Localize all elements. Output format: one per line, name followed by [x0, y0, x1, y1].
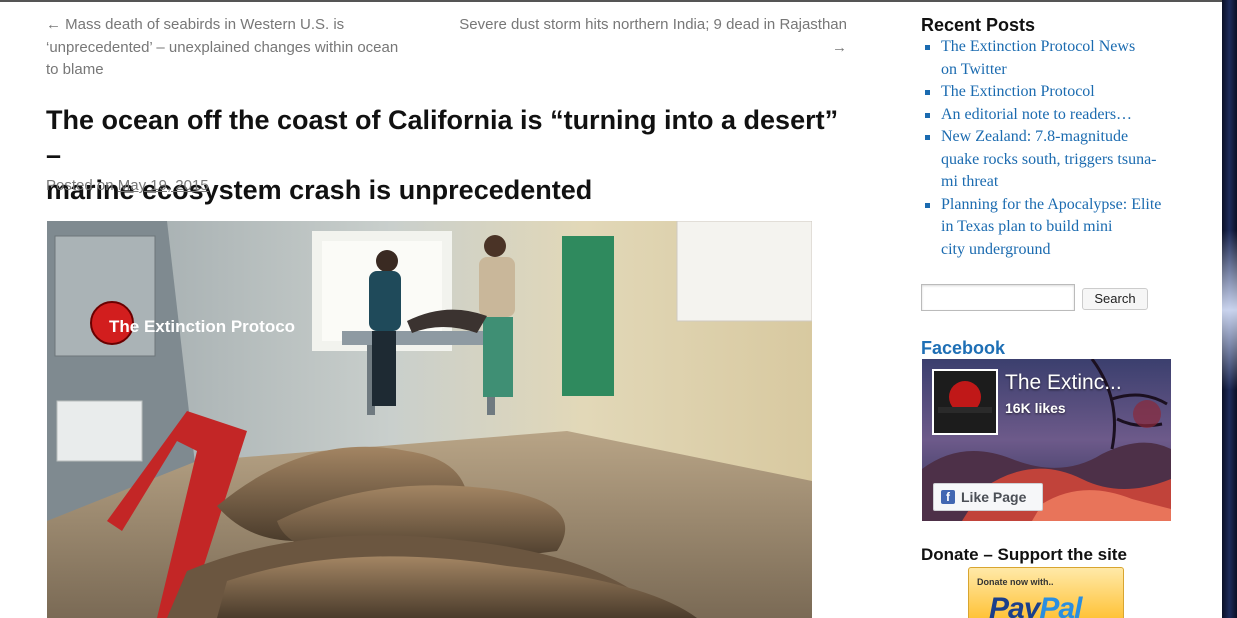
recent-post-link[interactable]: Planning for the Apocalypse: Elite in Tex… [941, 196, 1161, 258]
search-input[interactable] [921, 284, 1075, 311]
background-glow [1222, 230, 1237, 390]
facebook-page-avatar[interactable] [932, 369, 998, 435]
post-title-line1: The ocean off the coast of California is… [46, 105, 839, 170]
list-item: Planning for the Apocalypse: Elite in Tex… [921, 194, 1171, 262]
recent-post-line[interactable]: Planning for the Apocalypse: Elite [941, 196, 1161, 213]
featured-image: The Extinction Protoco [47, 221, 812, 618]
previous-post-title-line2[interactable]: ‘unprecedented’ – unexplained changes wi… [46, 39, 398, 56]
recent-post-line[interactable]: The Extinction Protocol News [941, 38, 1135, 55]
recent-post-link[interactable]: An editorial note to readers… [941, 106, 1132, 123]
facebook-page-name[interactable]: The Extinc... [1005, 371, 1122, 395]
facebook-heading: Facebook [921, 338, 1006, 358]
list-item: The Extinction Protocol News on Twitter [921, 36, 1171, 81]
recent-post-line[interactable]: on Twitter [941, 61, 1007, 78]
recent-post-line[interactable]: in Texas plan to build mini [941, 218, 1112, 235]
arrow-right-icon: → [832, 38, 847, 56]
recent-post-line[interactable]: mi threat [941, 173, 998, 190]
like-page-label: Like Page [961, 489, 1027, 505]
recent-post-line[interactable]: quake rocks south, triggers tsuna- [941, 151, 1157, 168]
top-border [0, 0, 1222, 2]
bullet-icon [925, 90, 930, 95]
next-post-link[interactable]: Severe dust storm hits northern India; 9… [440, 14, 847, 59]
recent-post-link[interactable]: New Zealand: 7.8-magnitude quake rocks so… [941, 128, 1157, 190]
bullet-icon [925, 135, 930, 140]
paypal-logo-pay: Pay [989, 592, 1040, 618]
paypal-logo: PayPal [989, 592, 1082, 618]
post-date-link[interactable]: May 19, 2015 [118, 177, 209, 194]
posted-on-label: Posted on [46, 177, 114, 194]
paypal-donate-caption: Donate now with.. [977, 577, 1054, 587]
list-item: An editorial note to readers… [921, 104, 1171, 127]
recent-post-line[interactable]: city underground [941, 241, 1050, 258]
bullet-icon [925, 45, 930, 50]
next-post-title[interactable]: Severe dust storm hits northern India; 9… [459, 16, 847, 33]
search-button[interactable]: Search [1082, 288, 1148, 310]
paypal-donate-button[interactable]: Donate now with.. PayPal [968, 567, 1124, 618]
paypal-logo-pal: Pal [1039, 592, 1082, 618]
like-page-button[interactable]: f Like Page [933, 483, 1043, 511]
image-watermark-text: The Extinction Protoco [109, 317, 295, 336]
donate-heading: Donate – Support the site [921, 545, 1127, 564]
recent-post-link[interactable]: The Extinction Protocol [941, 83, 1095, 100]
facebook-icon: f [941, 490, 955, 504]
list-item: The Extinction Protocol [921, 81, 1171, 104]
facebook-likes-count: 16K likes [1005, 400, 1066, 416]
previous-post-link[interactable]: ← Mass death of seabirds in Western U.S.… [46, 14, 426, 82]
bullet-icon [925, 202, 930, 208]
recent-posts-heading: Recent Posts [921, 15, 1036, 35]
recent-posts-list: The Extinction Protocol News on Twitter T… [921, 36, 1171, 261]
bullet-icon [925, 112, 930, 118]
previous-post-title-line1[interactable]: Mass death of seabirds in Western U.S. i… [65, 16, 344, 33]
previous-post-title-line3[interactable]: to blame [46, 61, 104, 78]
post-meta: Posted on May 19, 2015 [46, 177, 209, 194]
recent-post-line[interactable]: New Zealand: 7.8-magnitude [941, 128, 1128, 145]
facebook-page-widget[interactable]: The Extinc... 16K likes f Like Page [922, 359, 1171, 521]
recent-post-link[interactable]: The Extinction Protocol News on Twitter [941, 38, 1135, 78]
desktop-background-edge [1222, 0, 1237, 618]
arrow-left-icon: ← [46, 16, 61, 33]
list-item: New Zealand: 7.8-magnitude quake rocks so… [921, 126, 1171, 194]
